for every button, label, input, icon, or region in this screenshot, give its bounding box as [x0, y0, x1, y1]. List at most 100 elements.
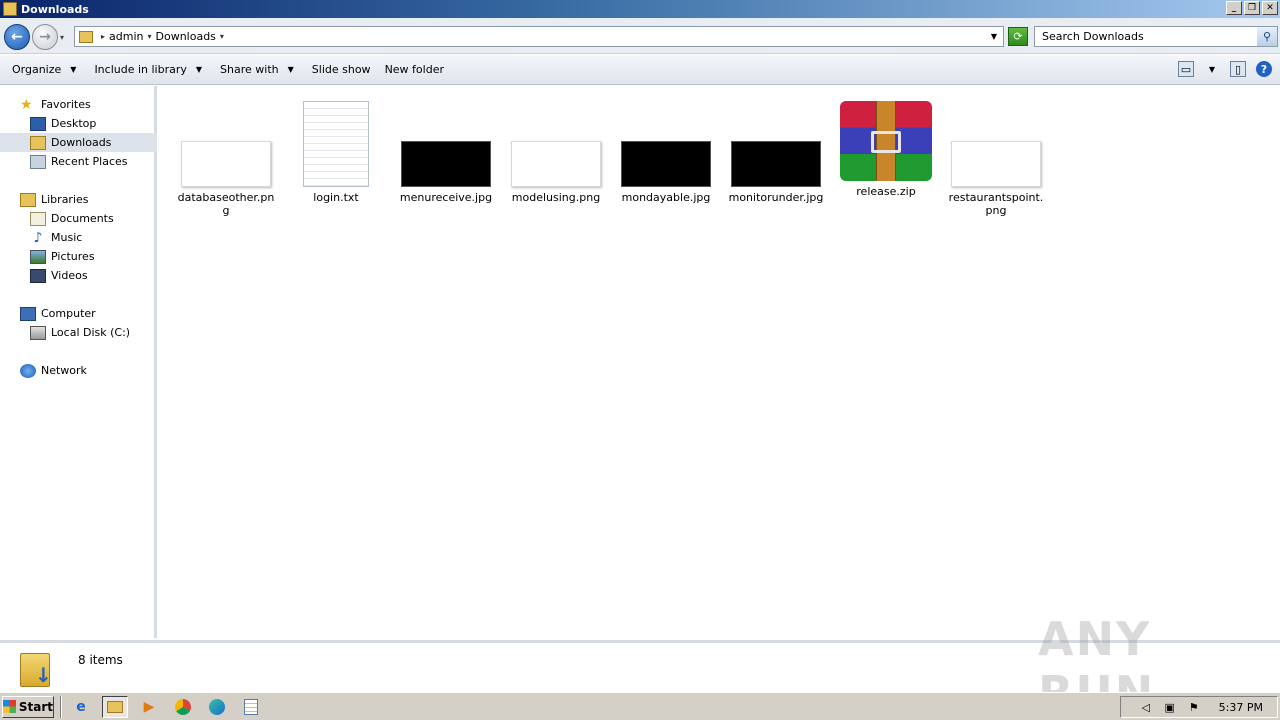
change-view-icon[interactable]: ▭ — [1178, 61, 1194, 77]
nav-item-recent-places[interactable]: Recent Places — [0, 152, 157, 171]
documents-icon — [30, 211, 46, 226]
window-titlebar[interactable]: Downloads _ ❐ ✕ — [0, 0, 1280, 18]
file-item[interactable]: menureceive.jpg — [396, 98, 496, 204]
nav-item-libraries[interactable]: Libraries — [0, 190, 157, 209]
recent-pages-dropdown[interactable]: ▾ — [60, 33, 64, 42]
nav-label: Recent Places — [51, 155, 128, 168]
command-bar: Organize ▼ Include in library ▼ Share with… — [0, 55, 1280, 85]
new-folder-label: New folder — [384, 63, 444, 76]
breadcrumb-item-downloads[interactable]: Downloads — [156, 30, 216, 43]
view-options-dropdown[interactable]: ▼ — [1204, 61, 1220, 77]
file-name: modelusing.png — [511, 191, 601, 204]
nav-label: Computer — [41, 307, 96, 320]
file-list[interactable]: databaseother.png login.txt menureceive.… — [160, 86, 1280, 638]
music-icon: ♪ — [33, 229, 43, 246]
explorer-folder-icon[interactable] — [102, 695, 128, 718]
preview-pane-icon[interactable]: ▯ — [1230, 61, 1246, 77]
chevron-down-icon[interactable]: ▸ — [101, 32, 105, 41]
media-player-icon[interactable]: ▶ — [136, 696, 162, 718]
nav-item-computer[interactable]: Computer — [0, 304, 157, 323]
file-item[interactable]: monitorunder.jpg — [726, 98, 826, 204]
archive-icon — [840, 101, 932, 181]
search-icon[interactable]: ⚲ — [1257, 27, 1277, 46]
folder-icon — [79, 30, 93, 43]
network-tray-icon[interactable]: ▣ — [1163, 700, 1177, 714]
drive-icon — [30, 325, 46, 340]
star-icon: ★ — [20, 96, 33, 113]
nav-label: Network — [41, 364, 87, 377]
internet-explorer-icon[interactable]: e — [68, 696, 94, 718]
new-folder-button[interactable]: New folder — [379, 55, 450, 84]
file-name: menureceive.jpg — [399, 191, 493, 204]
file-item[interactable]: modelusing.png — [506, 98, 606, 204]
slide-show-label: Slide show — [311, 63, 371, 76]
slide-show-button[interactable]: Slide show — [306, 55, 377, 84]
system-tray: ◁ ▣ ⚑ 5:37 PM — [1120, 696, 1278, 718]
share-with-label: Share with — [220, 63, 279, 76]
breadcrumb: ▸ admin ▾ Downloads ▾ — [101, 30, 224, 43]
help-icon[interactable]: ? — [1256, 61, 1272, 77]
include-in-library-button[interactable]: Include in library ▼ — [88, 55, 208, 84]
file-item[interactable]: login.txt — [286, 98, 386, 204]
search-placeholder: Search Downloads — [1042, 30, 1144, 43]
downloads-folder-icon — [30, 135, 46, 150]
chevron-down-icon: ▼ — [195, 65, 203, 74]
pictures-icon — [30, 249, 46, 264]
network-icon — [20, 363, 36, 378]
nav-item-documents[interactable]: Documents — [0, 209, 157, 228]
item-count: 8 items — [78, 653, 123, 667]
navigation-pane: ★ Favorites Desktop Downloads Recent Pla… — [0, 86, 157, 638]
image-thumbnail — [511, 141, 601, 187]
notepad-icon[interactable] — [238, 696, 264, 718]
address-field[interactable]: ▸ admin ▾ Downloads ▾ ▼ — [74, 26, 1004, 47]
forward-button[interactable]: → — [32, 24, 58, 50]
edge-icon[interactable] — [204, 696, 230, 718]
nav-label: Desktop — [51, 117, 97, 130]
chevron-down-icon[interactable]: ▾ — [220, 32, 224, 41]
image-thumbnail — [731, 141, 821, 187]
nav-item-favorites[interactable]: ★ Favorites — [0, 95, 157, 114]
share-with-button[interactable]: Share with ▼ — [214, 55, 300, 84]
file-item[interactable]: release.zip — [836, 98, 936, 198]
back-button[interactable]: ← — [4, 24, 30, 50]
folder-icon — [3, 2, 17, 16]
file-name: release.zip — [856, 185, 916, 198]
close-button[interactable]: ✕ — [1262, 1, 1278, 15]
minimize-button[interactable]: _ — [1226, 1, 1242, 15]
text-file-icon — [303, 101, 369, 187]
nav-item-music[interactable]: ♪ Music — [0, 228, 157, 247]
nav-item-videos[interactable]: Videos — [0, 266, 157, 285]
file-item[interactable]: databaseother.png — [176, 98, 276, 217]
start-label: Start — [18, 699, 53, 714]
chevron-down-icon: ▼ — [287, 65, 294, 74]
nav-label: Music — [51, 231, 83, 244]
file-item[interactable]: restaurantspoint.png — [946, 98, 1046, 217]
nav-label: Documents — [51, 212, 114, 225]
volume-icon[interactable]: ◁ — [1139, 700, 1153, 714]
restore-button[interactable]: ❐ — [1244, 1, 1260, 15]
clock[interactable]: 5:37 PM — [1219, 701, 1263, 714]
breadcrumb-item-admin[interactable]: admin — [109, 30, 143, 43]
nav-item-desktop[interactable]: Desktop — [0, 114, 157, 133]
libraries-icon — [20, 192, 36, 207]
file-name: login.txt — [313, 191, 359, 204]
downloads-folder-icon: ↓ — [20, 649, 54, 689]
chrome-icon[interactable] — [170, 696, 196, 718]
nav-item-pictures[interactable]: Pictures — [0, 247, 157, 266]
address-history-dropdown[interactable]: ▼ — [991, 32, 997, 41]
taskbar-separator — [60, 695, 62, 718]
refresh-button[interactable]: ⟳ — [1008, 27, 1028, 46]
recent-places-icon — [30, 154, 46, 169]
organize-button[interactable]: Organize ▼ — [6, 55, 82, 84]
nav-item-network[interactable]: Network — [0, 361, 157, 380]
nav-item-local-disk[interactable]: Local Disk (C:) — [0, 323, 157, 342]
search-input[interactable]: Search Downloads ⚲ — [1034, 26, 1278, 47]
nav-item-downloads[interactable]: Downloads — [0, 133, 157, 152]
nav-label: Libraries — [41, 193, 89, 206]
flag-icon[interactable]: ⚑ — [1187, 700, 1201, 714]
file-item[interactable]: mondayable.jpg — [616, 98, 716, 204]
image-thumbnail — [951, 141, 1041, 187]
start-button[interactable]: Start — [2, 695, 54, 718]
desktop-icon — [30, 116, 46, 131]
chevron-down-icon[interactable]: ▾ — [147, 32, 151, 41]
